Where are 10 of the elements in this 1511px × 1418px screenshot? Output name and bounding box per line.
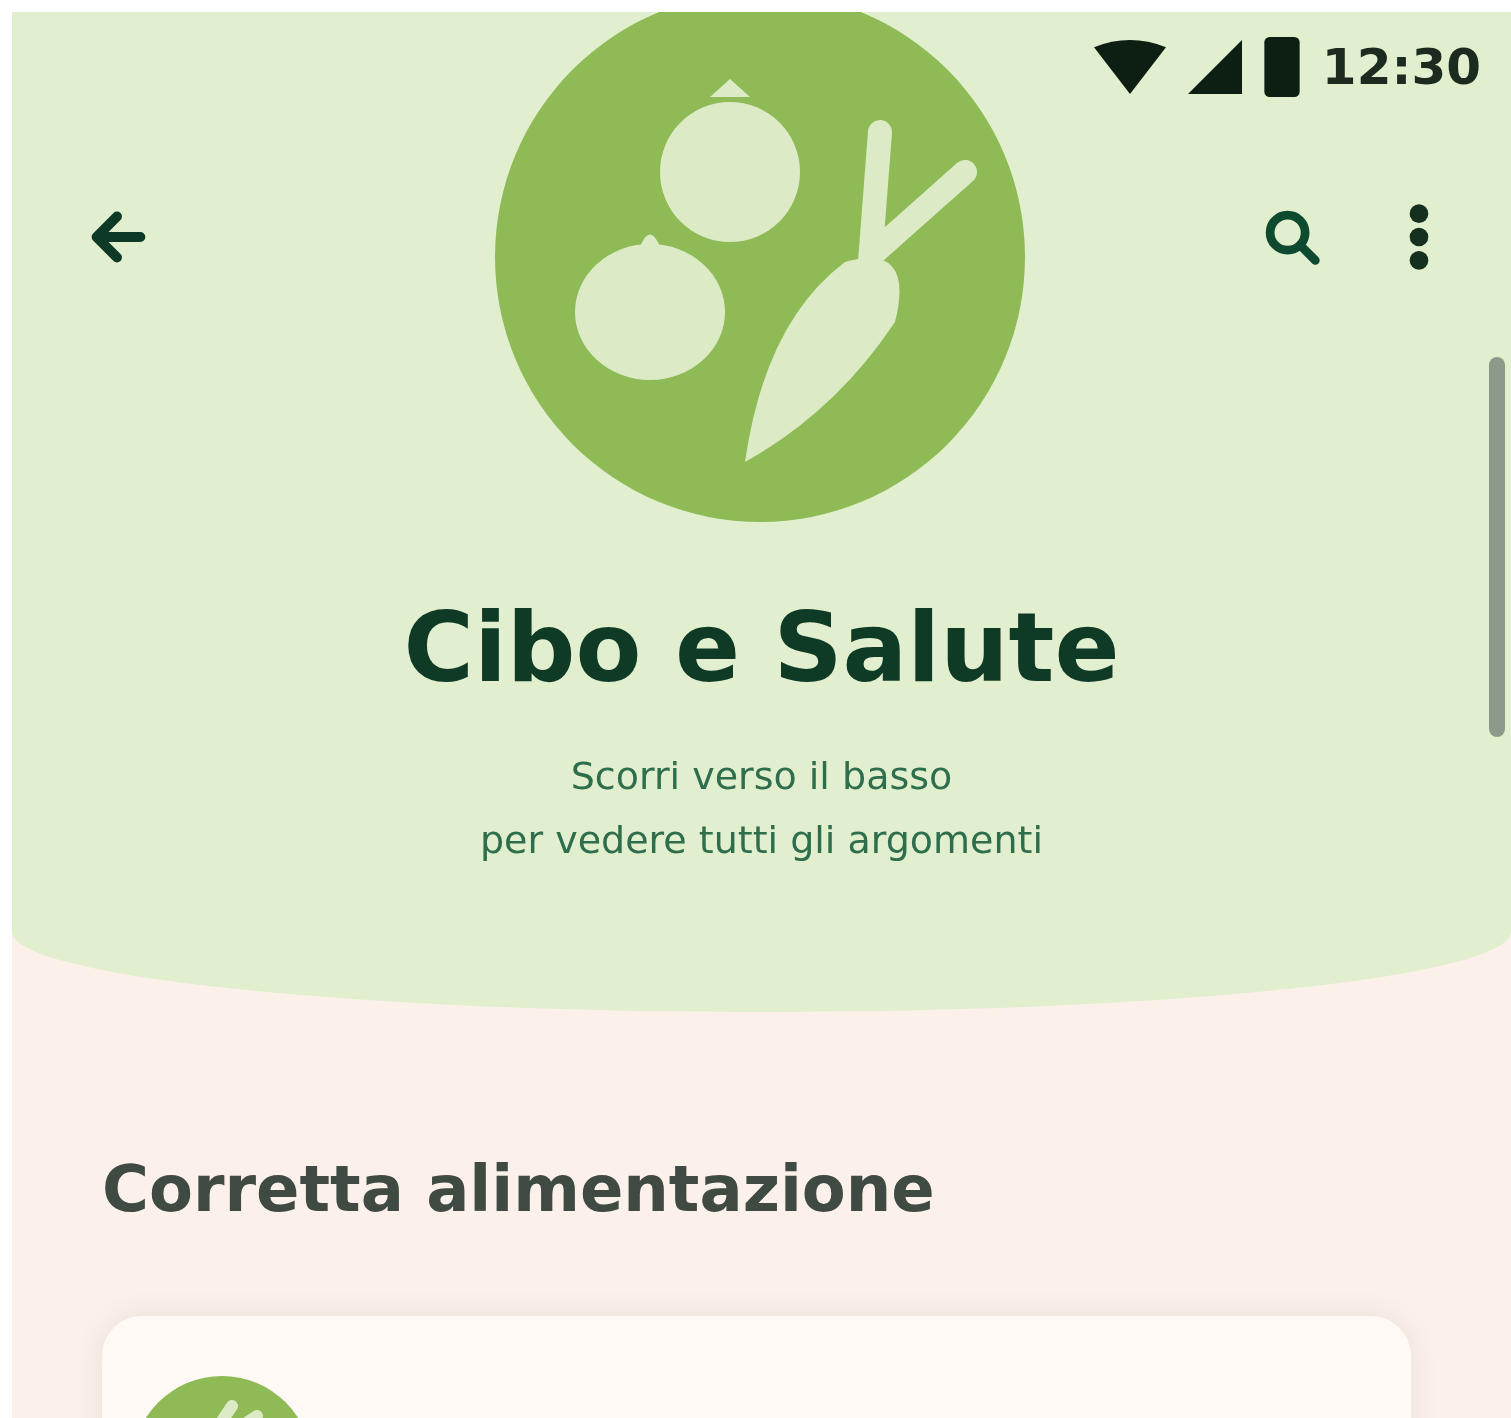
status-time: 12:30 xyxy=(1321,38,1481,96)
subtitle-text: per vedere tutti gli argomenti xyxy=(478,817,1045,864)
more-options-button[interactable] xyxy=(1407,202,1431,272)
battery-icon xyxy=(1263,37,1300,97)
section-heading: Corretta alimentazione xyxy=(102,1152,936,1226)
wifi-icon xyxy=(1093,40,1166,94)
page-title: Cibo e Salute xyxy=(402,592,1121,704)
subtitle-text: Scorri verso il basso xyxy=(569,753,954,800)
signal-icon xyxy=(1187,40,1242,94)
scrollbar[interactable] xyxy=(1489,357,1505,737)
